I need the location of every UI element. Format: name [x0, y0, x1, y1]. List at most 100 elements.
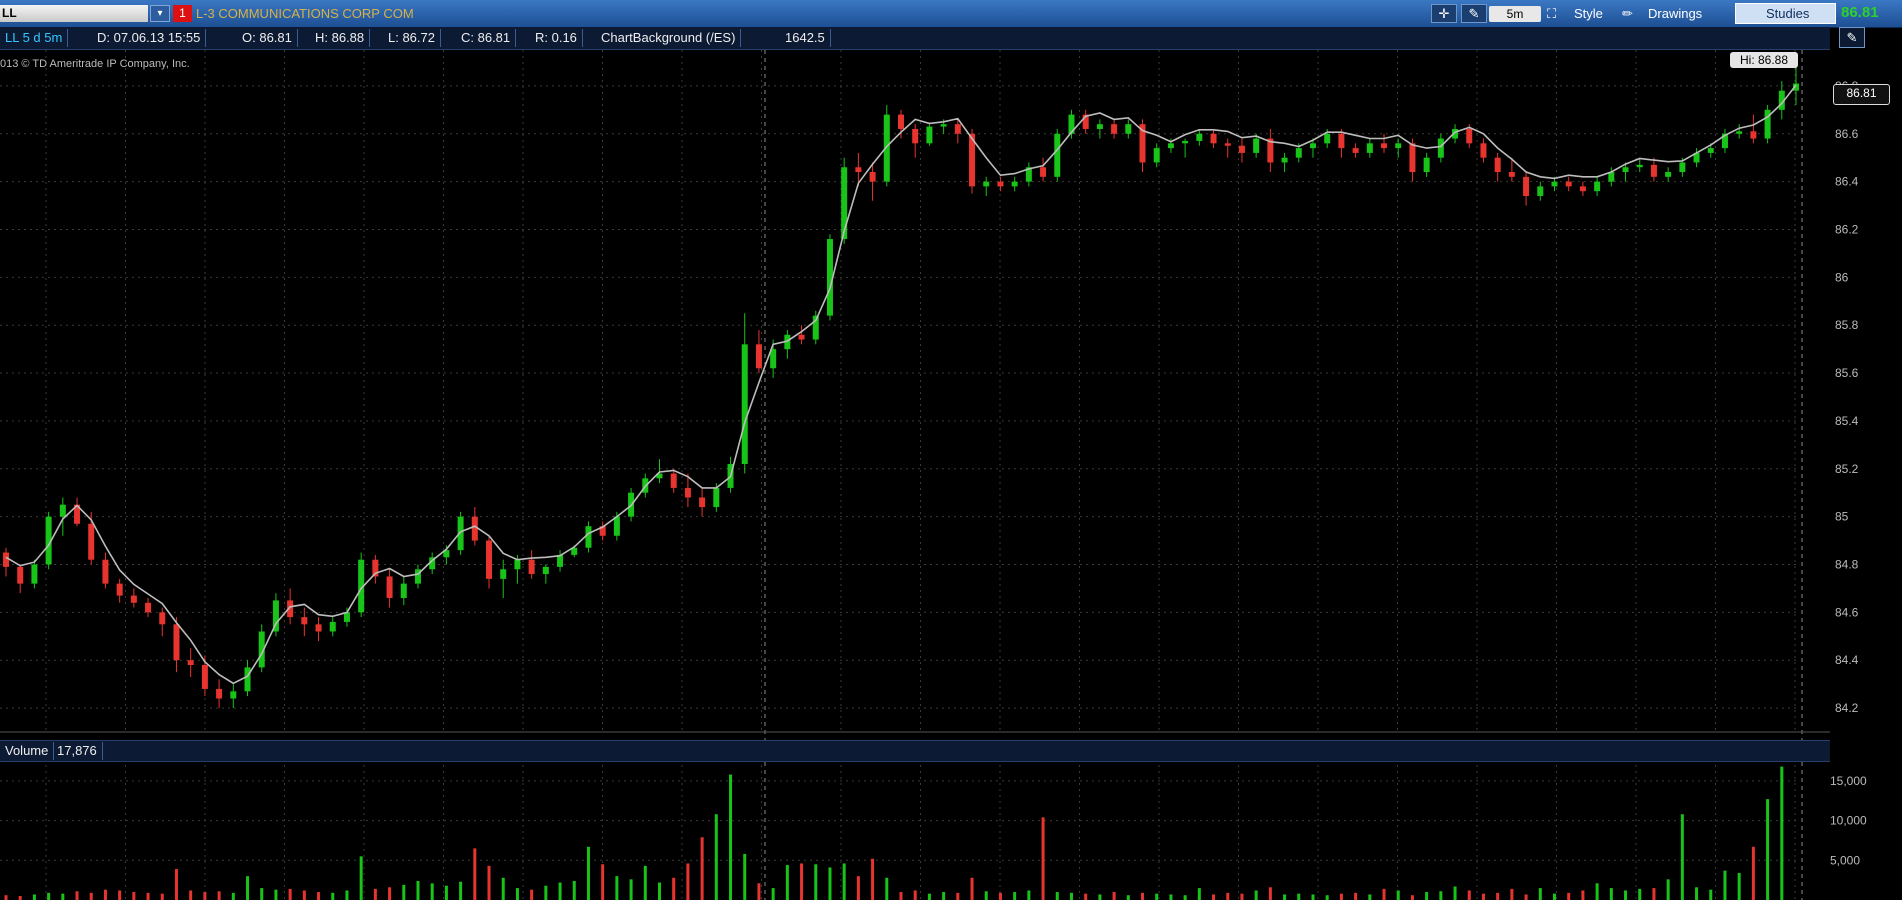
price-tick-label: 86.2: [1835, 222, 1859, 236]
volume-bar: [345, 890, 349, 900]
candle-body: [741, 344, 748, 464]
candle-body: [301, 617, 308, 625]
candle-body: [1040, 167, 1047, 177]
volume-bar: [1410, 895, 1414, 900]
volume-bar: [288, 888, 292, 900]
candle-body: [17, 566, 24, 584]
candle-body: [386, 576, 393, 598]
volume-bar: [828, 867, 832, 900]
volume-bar: [1709, 889, 1713, 900]
candle-body: [869, 172, 876, 182]
volume-bar: [1084, 893, 1088, 900]
candle-body: [1750, 131, 1757, 139]
volume-bar: [672, 877, 676, 900]
candle-body: [940, 124, 947, 127]
candle-body: [187, 660, 194, 665]
volume-bar: [1013, 892, 1017, 900]
candle-body: [983, 181, 990, 187]
volume-bar: [1538, 888, 1542, 900]
price-tick-label: 85.6: [1835, 366, 1859, 380]
candle-body: [841, 167, 848, 240]
price-chart[interactable]: 86.886.686.486.28685.885.685.485.28584.8…: [0, 0, 1902, 900]
volume-bar: [1183, 895, 1187, 900]
candle-body: [1523, 176, 1530, 196]
volume-bar: [416, 880, 420, 900]
volume-bar: [1268, 887, 1272, 900]
volume-bar: [1098, 894, 1102, 900]
volume-bar: [146, 892, 150, 900]
price-tick-label: 85.2: [1835, 462, 1859, 476]
candle-body: [684, 487, 691, 498]
candle-body: [528, 559, 535, 575]
volume-bar: [927, 893, 931, 900]
volume-bar: [601, 864, 605, 900]
candle-body: [1167, 143, 1174, 149]
volume-bar: [160, 893, 164, 900]
candle-body: [926, 126, 933, 144]
volume-bar: [1368, 894, 1372, 900]
candle-body: [1253, 138, 1260, 153]
volume-bar: [1695, 887, 1699, 900]
volume-bar: [970, 877, 974, 900]
volume-bar: [1126, 895, 1130, 900]
volume-bar: [487, 865, 491, 900]
volume-bar: [402, 884, 406, 900]
volume-bar: [103, 889, 107, 900]
candle-body: [1437, 138, 1444, 158]
candle-body: [130, 595, 137, 603]
candle-body: [1196, 133, 1203, 141]
volume-bar: [118, 890, 122, 900]
candle-body: [1480, 143, 1487, 158]
volume-bar: [501, 877, 505, 900]
volume-bar: [856, 876, 860, 900]
volume-bar: [871, 858, 875, 900]
candle-body: [1395, 143, 1402, 149]
volume-bar: [1524, 894, 1528, 900]
volume-bar: [700, 837, 704, 900]
volume-bar: [1155, 893, 1159, 900]
volume-bar: [984, 891, 988, 900]
volume-bar: [1481, 893, 1485, 900]
volume-bar: [1467, 890, 1471, 900]
candle-body: [898, 114, 904, 129]
volume-bar: [1041, 817, 1045, 900]
volume-bar: [1510, 888, 1514, 900]
volume-bar: [302, 890, 306, 900]
volume-bar: [1680, 814, 1684, 900]
volume-bar: [1240, 893, 1244, 900]
volume-bar: [1354, 892, 1358, 900]
candle-body: [699, 497, 706, 508]
volume-bar: [558, 882, 562, 900]
volume-bar: [1069, 892, 1073, 900]
candle-body: [1338, 133, 1345, 149]
volume-bar: [1453, 886, 1457, 900]
candle-body: [713, 487, 720, 508]
volume-bar: [615, 876, 619, 900]
volume-bar: [231, 892, 235, 900]
volume-bar: [913, 890, 917, 900]
volume-bar: [1283, 894, 1287, 900]
candle-body: [230, 691, 237, 699]
volume-bar: [657, 882, 661, 900]
candle-body: [1736, 131, 1743, 134]
volume-tick-label: 15,000: [1830, 774, 1867, 788]
volume-bar: [885, 877, 889, 900]
copyright-text: 013 © TD Ameritrade IP Company, Inc.: [0, 58, 190, 70]
volume-bar: [572, 880, 576, 900]
price-tick-label: 84.4: [1835, 653, 1859, 667]
volume-bar: [1595, 883, 1599, 900]
volume-bar: [1027, 890, 1031, 900]
candle-body: [1650, 164, 1657, 177]
candle-body: [954, 124, 961, 134]
volume-bar: [1297, 893, 1301, 900]
volume-bar: [1169, 894, 1173, 900]
last-price-tag: 86.81: [1833, 84, 1890, 105]
candle-body: [1565, 181, 1572, 187]
volume-tick-label: 5,000: [1830, 853, 1860, 867]
candle-body: [1210, 133, 1217, 144]
volume-bar: [203, 892, 207, 900]
candle-body: [1622, 167, 1629, 173]
volume-bar: [61, 893, 65, 900]
candle-body: [31, 564, 38, 584]
volume-bar: [1212, 894, 1216, 900]
